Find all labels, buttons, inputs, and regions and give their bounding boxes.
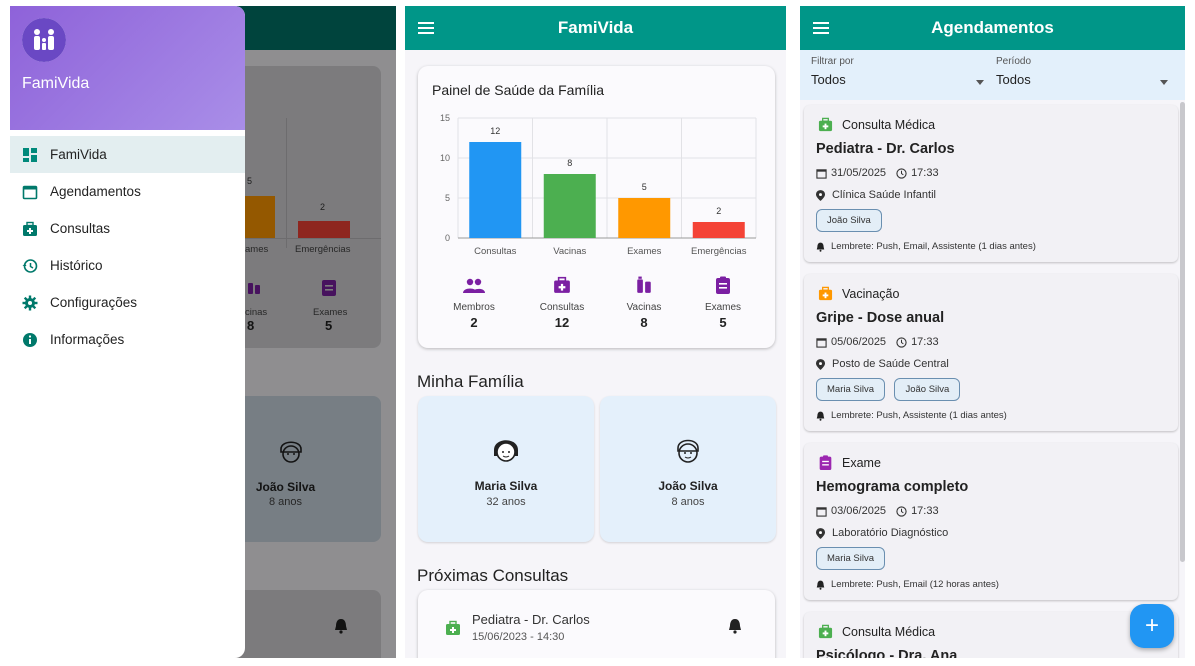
- upcoming-appointment-card[interactable]: Pediatra - Dr. Carlos 15/06/2023 - 14:30: [418, 590, 775, 658]
- clock-icon: [896, 336, 907, 348]
- vaccine-icon: [637, 276, 651, 293]
- add-appointment-button[interactable]: +: [1130, 604, 1174, 648]
- appointment-title: Gripe - Dose anual: [816, 310, 945, 326]
- menu-icon[interactable]: [417, 19, 435, 37]
- clipboard-icon: [716, 276, 730, 294]
- upcoming-section-title: Próximas Consultas: [417, 566, 569, 585]
- medical-bag-icon: [23, 221, 37, 236]
- person-chip[interactable]: Maria Silva: [816, 378, 885, 401]
- location-pin-icon: [816, 358, 825, 370]
- location-pin-icon: [816, 527, 825, 539]
- app-title: FamiVida: [557, 18, 634, 37]
- app-bar: Agendamentos: [800, 6, 1185, 50]
- bell-icon[interactable]: [728, 618, 742, 634]
- appointment-title: Hemograma completo: [816, 479, 969, 495]
- appointment-title: Psicólogo - Dra. Ana: [816, 648, 958, 658]
- app-bar: FamiVida: [405, 6, 786, 50]
- period-dropdown[interactable]: Período Todos: [990, 50, 1175, 100]
- health-bar-chart: 0 5 10 15 12 Consultas 8 Vacinas 5 Exames 2 Emergên…: [440, 113, 757, 257]
- x-tick-label: Consultas: [474, 246, 516, 257]
- menu-icon[interactable]: [812, 19, 830, 37]
- person-chip[interactable]: Maria Silva: [816, 547, 885, 570]
- y-tick-label: 15: [440, 113, 450, 123]
- drawer-item-configuracoes[interactable]: Configurações: [10, 284, 245, 321]
- drawer-header: FamiVida: [10, 6, 245, 130]
- info-icon: [23, 332, 37, 347]
- bar-vacinas: [543, 174, 596, 238]
- clock-icon: [896, 505, 907, 517]
- drawer-item-consultas[interactable]: Consultas: [10, 210, 245, 247]
- bell-icon: [816, 411, 825, 421]
- appointment-card[interactable]: Vacinação Gripe - Dose anual 05/06/2025 …: [804, 274, 1178, 431]
- history-icon: [22, 258, 38, 273]
- medical-bag-icon: [554, 276, 570, 293]
- data-label: 5: [642, 182, 647, 192]
- bell-icon: [816, 580, 825, 590]
- drawer-title: FamiVida: [22, 75, 90, 92]
- y-tick-label: 10: [440, 153, 450, 163]
- drawer-screen: 5 2 ames Emergências cinas 8 Exames 5 Jo…: [10, 6, 396, 658]
- person-chip[interactable]: João Silva: [816, 209, 882, 232]
- medical-bag-icon: [818, 117, 833, 132]
- woman-avatar-icon: [494, 440, 518, 462]
- navigation-drawer: FamiVida FamiVida Agendamentos Consultas…: [10, 6, 245, 658]
- appointment-title: Pediatra - Dr. Carlos: [816, 141, 955, 157]
- family-logo-icon: [22, 18, 66, 62]
- drawer-item-informacoes[interactable]: Informações: [10, 321, 245, 358]
- calendar-icon: [816, 168, 827, 179]
- x-tick-label: Emergências: [691, 246, 747, 257]
- appointment-card[interactable]: Consulta Médica Pediatra - Dr. Carlos 31…: [804, 105, 1178, 262]
- y-tick-label: 5: [445, 193, 450, 203]
- medical-bag-icon: [446, 620, 460, 635]
- child-avatar-icon: [677, 439, 699, 463]
- filter-dropdown[interactable]: Filtrar por Todos: [800, 50, 985, 100]
- calendar-icon: [816, 337, 827, 348]
- gear-icon: [22, 295, 38, 310]
- people-icon: [463, 278, 485, 293]
- stat-membros: Membros 2: [439, 278, 509, 330]
- bar-exames: [618, 198, 671, 238]
- clipboard-icon: [819, 455, 832, 470]
- drawer-item-agendamentos[interactable]: Agendamentos: [10, 173, 245, 210]
- y-tick-label: 0: [445, 233, 450, 243]
- vaccine-kit-icon: [818, 286, 833, 301]
- appointment-card[interactable]: Consulta Médica Psicólogo - Dra. Ana: [804, 612, 1178, 658]
- app-title: Agendamentos: [931, 18, 1054, 37]
- health-panel-card: Painel de Saúde da Família 0 5 10 15 12 Consu…: [418, 66, 775, 348]
- x-tick-label: Exames: [627, 246, 662, 257]
- drawer-menu: FamiVida Agendamentos Consultas Históric…: [10, 130, 245, 358]
- calendar-icon: [22, 185, 38, 199]
- upcoming-datetime: 15/06/2023 - 14:30: [472, 631, 565, 643]
- data-label: 12: [490, 126, 500, 136]
- filter-bar: Filtrar por Todos Período Todos: [800, 50, 1185, 100]
- bell-icon: [816, 242, 825, 252]
- upcoming-title: Pediatra - Dr. Carlos: [472, 612, 590, 627]
- data-label: 8: [567, 158, 572, 168]
- calendar-icon: [816, 506, 827, 517]
- dashboard-icon: [23, 147, 37, 162]
- bar-consultas: [469, 142, 522, 238]
- medical-bag-icon: [818, 624, 833, 639]
- stat-vacinas: Vacinas 8: [609, 276, 679, 330]
- person-chip[interactable]: João Silva: [894, 378, 961, 401]
- appointment-card[interactable]: Exame Hemograma completo 03/06/2025 17:3…: [804, 443, 1178, 600]
- family-section-title: Minha Família: [417, 372, 524, 391]
- chevron-down-icon: [1160, 80, 1168, 85]
- clock-icon: [896, 167, 907, 179]
- scrollbar[interactable]: [1180, 102, 1185, 562]
- panel-title: Painel de Saúde da Família: [432, 82, 604, 98]
- chevron-down-icon: [976, 80, 984, 85]
- member-card-joao[interactable]: João Silva 8 anos: [600, 396, 776, 542]
- drawer-item-historico[interactable]: Histórico: [10, 247, 245, 284]
- stat-consultas: Consultas 12: [527, 276, 597, 330]
- member-card-maria[interactable]: Maria Silva 32 anos: [418, 396, 594, 542]
- data-label: 2: [716, 206, 721, 216]
- stat-exames: Exames 5: [688, 276, 758, 330]
- x-tick-label: Vacinas: [553, 246, 586, 257]
- drawer-item-famivida[interactable]: FamiVida: [10, 136, 245, 173]
- appointments-screen: Agendamentos Filtrar por Todos Período T…: [800, 6, 1185, 658]
- bar-emergências: [692, 222, 745, 238]
- location-pin-icon: [816, 189, 825, 201]
- dashboard-screen: FamiVida Painel de Saúde da Família 0 5 10…: [405, 6, 786, 658]
